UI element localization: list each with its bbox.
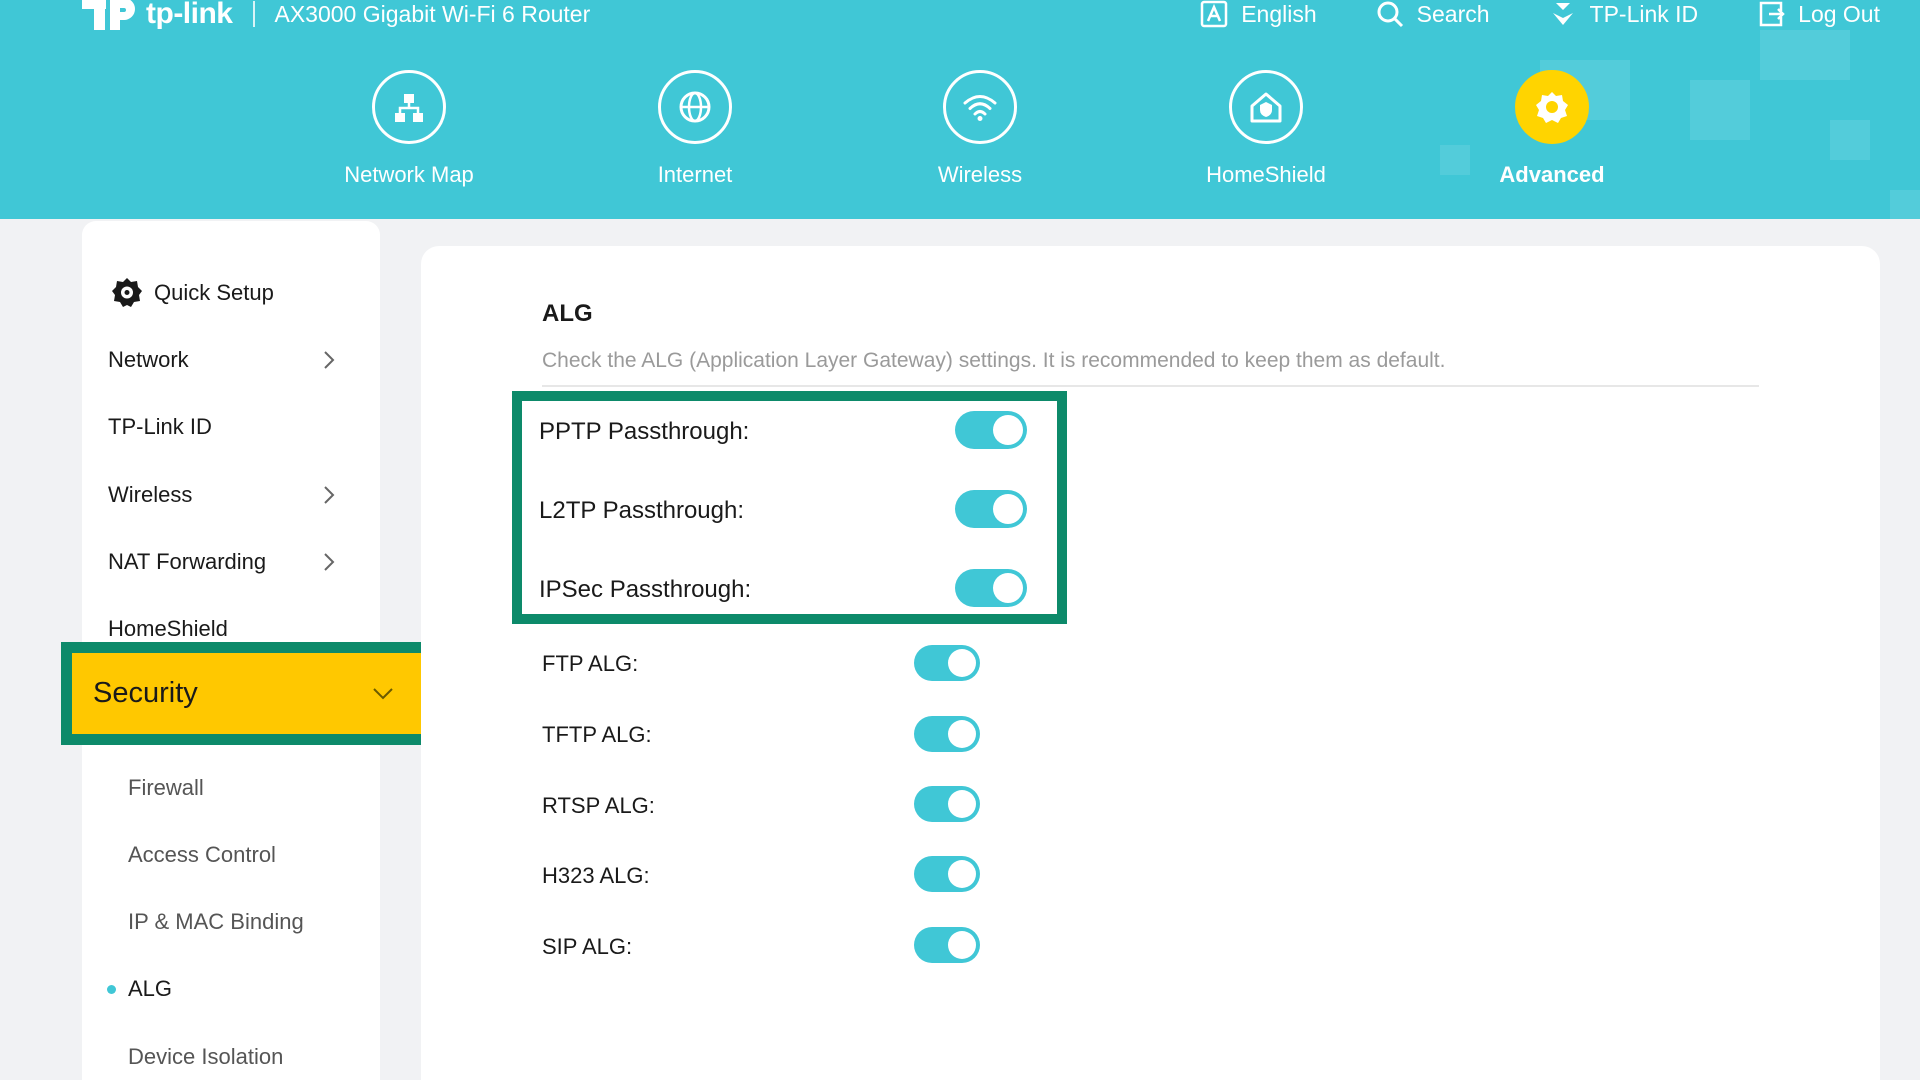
tab-label: Wireless [937, 162, 1023, 187]
tab-label: Network Map [344, 162, 474, 187]
tab-label: Internet [657, 162, 733, 187]
l2tp-passthrough-label: L2TP Passthrough: [539, 497, 745, 524]
ftp-alg-label: FTP ALG: [542, 651, 639, 676]
tab-label: HomeShield [1206, 162, 1326, 187]
ipsec-passthrough-label: IPSec Passthrough: [539, 576, 752, 603]
security-highlight-frame: Security [61, 642, 445, 745]
sidebar-subitem-access-control[interactable]: Access Control [82, 830, 380, 880]
sidebar-item-quick-setup[interactable]: Quick Setup [82, 268, 380, 318]
globe-icon [679, 91, 711, 123]
language-label: English [1241, 0, 1317, 27]
pptp-passthrough-label: PPTP Passthrough: [539, 418, 750, 445]
gear-icon [1536, 92, 1568, 123]
sidebar-item-label: Quick Setup [154, 280, 274, 305]
sidebar-item-label: Wireless [108, 482, 193, 507]
chevron-right-icon [324, 486, 335, 504]
toggle-knob [993, 573, 1023, 603]
tplink-id-button[interactable]: TP-Link ID [1548, 0, 1699, 29]
router-model: AX3000 Gigabit Wi-Fi 6 Router [274, 0, 591, 27]
nav-icon-frame [943, 70, 1017, 144]
chevron-down-icon [373, 688, 393, 700]
divider [542, 385, 1759, 387]
sip-alg-label: SIP ALG: [542, 934, 633, 959]
chevron-right-icon [324, 553, 335, 571]
tftp-alg-toggle[interactable] [914, 716, 980, 752]
tp-link-logo-icon [82, 0, 135, 30]
sidebar-item-nat-forwarding[interactable]: NAT Forwarding [82, 537, 380, 587]
sidebar-item-wireless[interactable]: Wireless [82, 470, 380, 520]
sip-alg-toggle[interactable] [914, 927, 980, 963]
brand-name: tp-link [146, 0, 233, 30]
sidebar-item-label: NAT Forwarding [108, 549, 267, 574]
brand: tp-link AX3000 Gigabit Wi-Fi 6 Router [80, 0, 590, 32]
tab-network-map[interactable]: Network Map [309, 70, 509, 188]
ftp-alg-toggle[interactable] [914, 645, 980, 681]
nav-icon-frame [658, 70, 732, 144]
brand-divider [252, 1, 255, 27]
pptp-passthrough-toggle[interactable] [955, 411, 1027, 449]
logout-label: Log Out [1798, 0, 1880, 27]
toggle-knob [948, 720, 976, 748]
main-nav: Network Map Internet Wireless HomeShield… [0, 70, 1920, 200]
sidebar-item-label: Network [108, 347, 189, 372]
sidebar-subitem-device-isolation[interactable]: Device Isolation [82, 1032, 380, 1080]
nav-icon-frame [1229, 70, 1303, 144]
ipsec-passthrough-toggle[interactable] [955, 569, 1027, 607]
toggle-knob [948, 649, 976, 677]
language-selector[interactable]: English [1199, 0, 1317, 29]
sidebar-subitem-label: Access Control [128, 842, 276, 867]
active-indicator-dot [107, 985, 116, 994]
toggle-knob [993, 494, 1023, 524]
header-bar: tp-link AX3000 Gigabit Wi-Fi 6 Router En… [0, 0, 1920, 219]
page-description: Check the ALG (Application Layer Gateway… [542, 349, 1446, 372]
tab-homeshield[interactable]: HomeShield [1166, 70, 1366, 188]
sidebar-subitem-alg[interactable]: ALG [82, 964, 380, 1014]
page-title: ALG [542, 300, 593, 327]
toggle-knob [948, 931, 976, 959]
wifi-icon [963, 95, 997, 121]
l2tp-passthrough-toggle[interactable] [955, 490, 1027, 528]
sidebar-item-security[interactable]: Security [72, 653, 434, 734]
tab-wireless[interactable]: Wireless [880, 70, 1080, 188]
tab-advanced[interactable]: Advanced [1452, 70, 1652, 188]
tab-label: Advanced [1499, 162, 1605, 187]
sidebar-subitem-label: ALG [128, 976, 173, 1001]
home-shield-icon [1250, 92, 1282, 123]
search-label: Search [1416, 0, 1490, 27]
rtsp-alg-toggle[interactable] [914, 786, 980, 822]
nav-icon-frame [372, 70, 446, 144]
toggle-knob [948, 860, 976, 888]
sidebar-subitem-firewall[interactable]: Firewall [82, 763, 380, 813]
logout-icon [1759, 1, 1785, 27]
logout-button[interactable]: Log Out [1756, 0, 1880, 29]
rtsp-alg-label: RTSP ALG: [542, 793, 655, 818]
nav-icon-frame [1515, 70, 1589, 144]
sidebar-item-label: Security [93, 677, 198, 709]
sidebar-subitem-label: IP & MAC Binding [128, 909, 304, 934]
tplink-id-label: TP-Link ID [1589, 0, 1699, 27]
chevron-right-icon [324, 351, 335, 369]
quick-setup-gear-icon [112, 278, 142, 307]
language-icon [1200, 0, 1228, 28]
sidebar-subitem-label: Firewall [128, 775, 204, 800]
sidebar-item-label: TP-Link ID [108, 414, 212, 439]
tplink-id-icon [1552, 3, 1573, 25]
search-button[interactable]: Search [1375, 0, 1490, 29]
search-icon [1377, 1, 1403, 28]
top-nav: English Search TP-Link ID Log Out [1141, 0, 1880, 32]
sidebar-item-tplink-id[interactable]: TP-Link ID [82, 402, 380, 452]
tab-internet[interactable]: Internet [595, 70, 795, 188]
sidebar-subitem-ip-mac-binding[interactable]: IP & MAC Binding [82, 897, 380, 947]
tftp-alg-label: TFTP ALG: [542, 722, 652, 747]
sidebar-subitem-label: Device Isolation [128, 1044, 284, 1069]
sidebar-item-network[interactable]: Network [82, 335, 380, 385]
h323-alg-label: H323 ALG: [542, 863, 650, 888]
toggle-knob [948, 790, 976, 818]
network-map-icon [395, 94, 423, 122]
h323-alg-toggle[interactable] [914, 856, 980, 892]
sidebar-item-label: HomeShield [108, 616, 228, 641]
toggle-knob [993, 415, 1023, 445]
